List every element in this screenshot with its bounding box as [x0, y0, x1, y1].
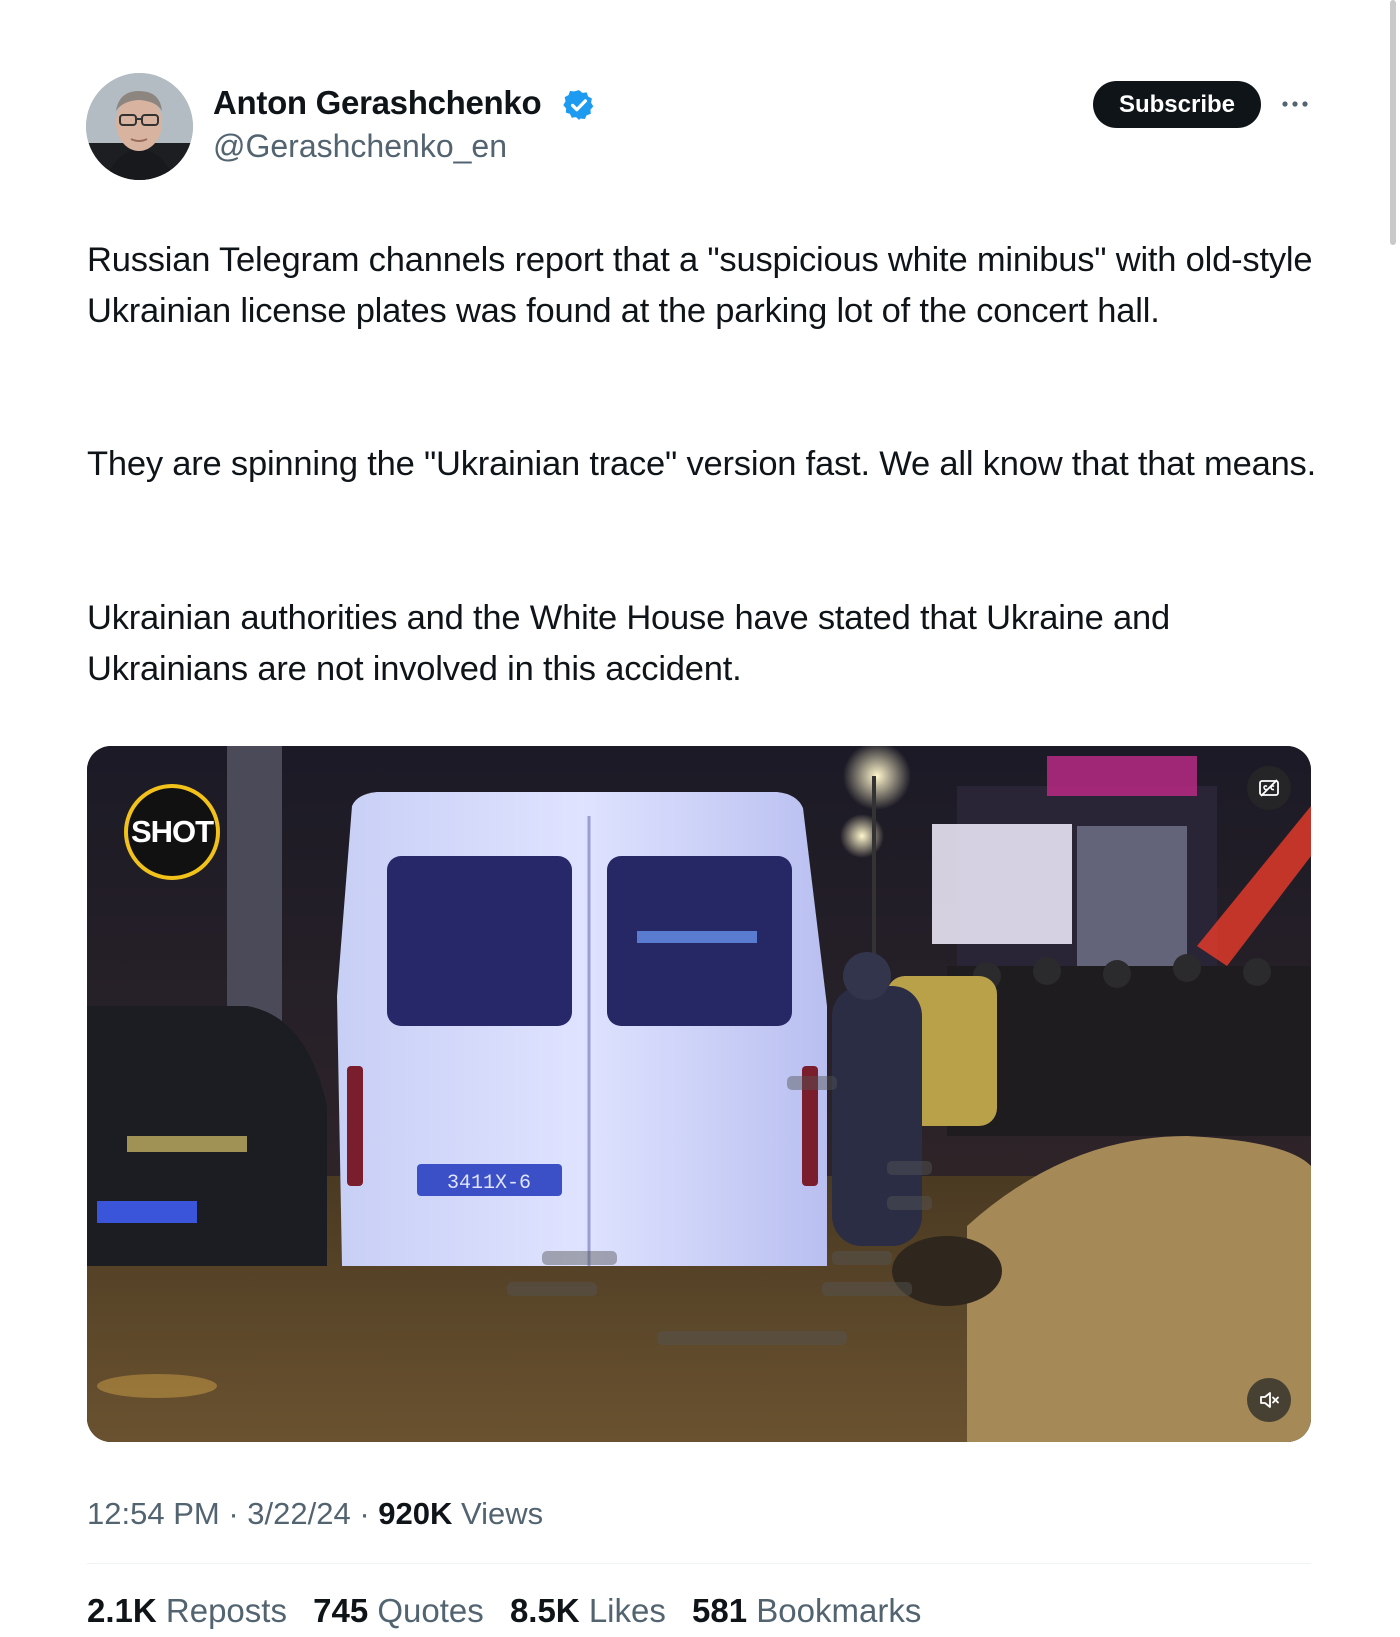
video-frame: 3411X-6	[87, 746, 1311, 1442]
quotes-label: Quotes	[377, 1592, 484, 1629]
bookmarks-label: Bookmarks	[756, 1592, 922, 1629]
meta-separator: ·	[228, 1496, 248, 1531]
license-plate-text: 3411X-6	[447, 1172, 531, 1195]
quotes-stat[interactable]: 745 Quotes	[313, 1592, 484, 1629]
tweet-date[interactable]: 3/22/24	[247, 1496, 350, 1531]
author-handle[interactable]: @Gerashchenko_en	[213, 128, 507, 165]
views-count: 920K	[378, 1496, 453, 1531]
views-label: Views	[461, 1496, 544, 1531]
bookmarks-stat[interactable]: 581 Bookmarks	[692, 1592, 921, 1629]
meta-separator: ·	[359, 1496, 379, 1531]
avatar[interactable]	[86, 73, 193, 180]
scrollbar-thumb[interactable]	[1390, 0, 1396, 245]
tweet-paragraph-3: Ukrainian authorities and the White Hous…	[87, 599, 1170, 688]
tweet-time[interactable]: 12:54 PM	[87, 1496, 220, 1531]
likes-label: Likes	[588, 1592, 666, 1629]
captions-icon	[1259, 779, 1279, 797]
captions-button[interactable]	[1247, 766, 1291, 810]
divider	[87, 1563, 1311, 1564]
author-name[interactable]: Anton Gerashchenko	[213, 84, 542, 122]
tweet-paragraph-2: They are spinning the "Ukrainian trace" …	[87, 445, 1316, 483]
more-options-icon[interactable]	[1280, 92, 1310, 116]
quotes-count: 745	[313, 1592, 369, 1629]
speaker-muted-icon	[1260, 1392, 1279, 1408]
likes-stat[interactable]: 8.5K Likes	[510, 1592, 666, 1629]
reposts-stat[interactable]: 2.1K Reposts	[87, 1592, 287, 1629]
reposts-label: Reposts	[165, 1592, 287, 1629]
likes-count: 8.5K	[509, 1592, 580, 1629]
tweet-meta: 12:54 PM · 3/22/24 · 920K Views	[87, 1496, 543, 1532]
engagement-stats: 2.1K Reposts 745 Quotes 8.5K Likes 581 B…	[87, 1592, 938, 1630]
video-player[interactable]: 3411X-6 SHOT	[87, 746, 1311, 1442]
subscribe-button[interactable]: Subscribe	[1093, 81, 1261, 128]
mute-button[interactable]	[1247, 1378, 1291, 1422]
scrollbar-track[interactable]	[1386, 0, 1400, 1637]
tweet-paragraph-1: Russian Telegram channels report that a …	[87, 241, 1313, 330]
reposts-count: 2.1K	[87, 1592, 157, 1629]
watermark-logo: SHOT	[124, 784, 220, 880]
avatar-photo	[86, 73, 193, 180]
bookmarks-count: 581	[692, 1592, 748, 1629]
verified-badge-icon	[563, 90, 594, 120]
